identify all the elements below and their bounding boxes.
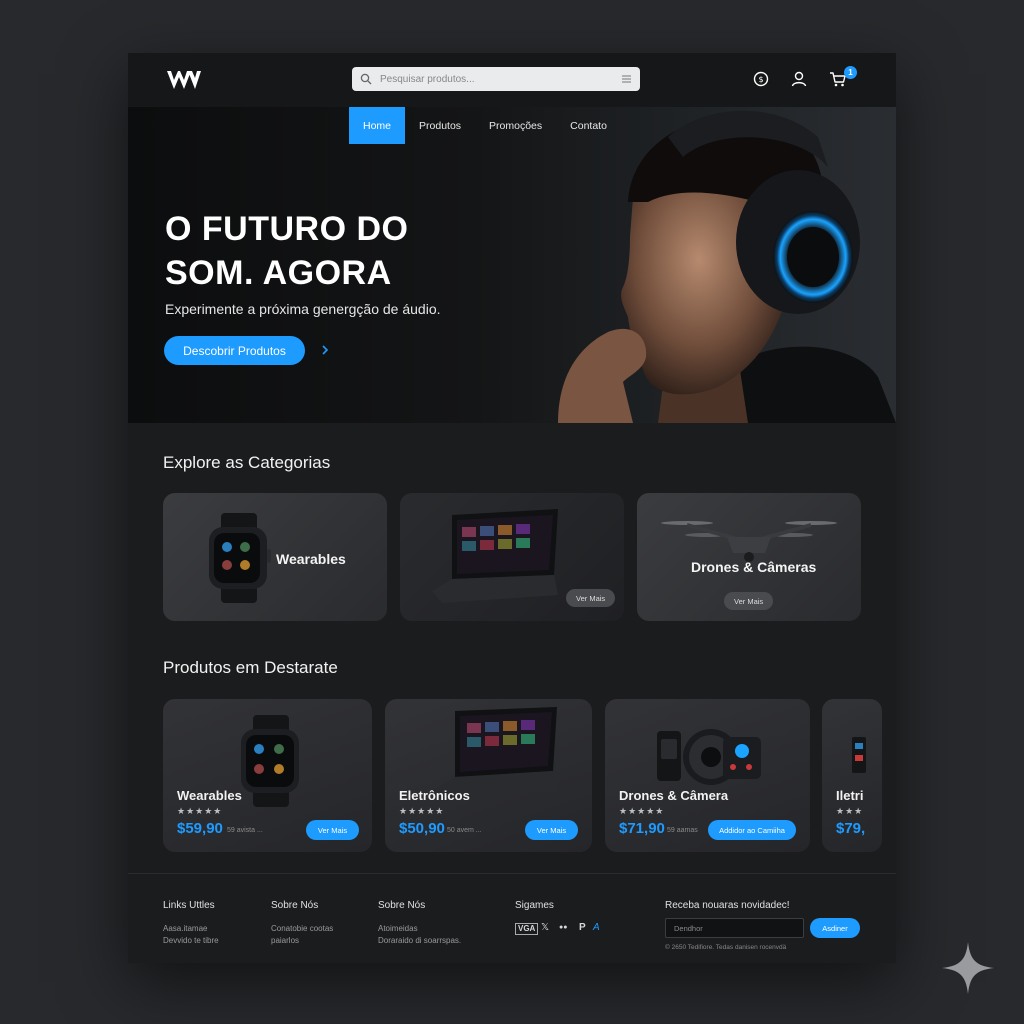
filter-icon[interactable] [621,74,632,84]
rating-stars: ★★★★★ [399,806,445,816]
camera-drone-kit-image [657,729,761,785]
rating-stars: ★★★ [836,806,864,816]
twitter-icon[interactable]: 𝕏 [541,922,549,933]
product-card[interactable]: Eletrônicos ★★★★★ $50,90 50 avem ... Ver… [385,699,592,852]
category-label: Wearables [276,551,346,567]
currency-icon[interactable]: $ [752,70,770,88]
drone-image [661,521,837,562]
product-name: Wearables [177,788,242,803]
cart-count-badge: 1 [844,66,857,79]
price-note: 50 avem ... [447,827,482,834]
top-bar: $ 1 [128,53,896,107]
product-image [852,737,866,773]
product-price: $71,90 [619,820,665,837]
footer-link[interactable]: Doraraido di soarrspas. [378,936,461,945]
category-card-drones[interactable]: Drones & Câmeras Ver Mais [637,493,861,621]
categories-heading: Explore as Categorias [163,453,331,472]
user-icon[interactable] [790,70,808,88]
rating-stars: ★★★★★ [619,806,665,816]
product-card[interactable]: Drones & Câmera ★★★★★ $71,90 59 aamas Ad… [605,699,810,852]
app-store-icon[interactable]: A [593,922,600,933]
see-more-button[interactable]: Ver Mais [525,820,578,840]
copyright-text: © 2650 Tedifiore. Tedas danisen rocenvdä [665,944,787,951]
price-note: 59 avista ... [227,827,263,834]
hero-subtitle: Experimente a próxima genergção de áudio… [165,301,441,317]
laptop-image [432,509,558,603]
see-more-button[interactable]: Ver Mais [724,592,774,610]
product-price: $59,90 [177,820,223,837]
product-name: Eletrônicos [399,788,470,803]
search-input[interactable] [380,73,613,85]
rating-stars: ★★★★★ [177,806,223,816]
hero-title-line1: O FUTURO DO [165,210,409,248]
search-bar [352,67,640,91]
footer-link[interactable]: Atoimeidas [378,924,418,933]
main-nav: Home Produtos Promoções Contato [349,107,621,144]
product-card[interactable]: Iletri ★★★ $79, [822,699,882,852]
nav-item-contato[interactable]: Contato [556,107,621,144]
nav-item-home[interactable]: Home [349,107,406,144]
footer: Links Uttles Aasa.itamae Devvido te tibr… [128,873,896,963]
nav-item-produtos[interactable]: Produtos [405,107,475,144]
footer-link[interactable]: Devvido te tibre [163,936,219,945]
subscribe-button[interactable]: Asdiner [810,918,860,938]
product-card[interactable]: Wearables ★★★★★ $59,90 59 avista ... Ver… [163,699,372,852]
see-more-button[interactable]: Ver Mais [306,820,359,840]
mastercard-icon[interactable]: ●● [559,924,567,931]
footer-col-heading: Sobre Nós [378,900,426,911]
hero-title-line2: SOM. AGORA [165,254,392,292]
brand-logo[interactable] [166,69,202,91]
footer-col-heading: Sigames [515,900,554,911]
category-card-electronics[interactable]: Ver Mais [400,493,624,621]
product-price: $79, [836,820,866,837]
footer-col-heading: Links Uttles [163,900,215,911]
nav-item-promocoes[interactable]: Promoções [475,107,556,144]
smartwatch-image [241,715,299,807]
product-name: Iletri [836,788,864,803]
price-note: 59 aamas [667,827,698,834]
hero-title: O FUTURO DO SOM. AGORA [165,207,465,295]
add-to-cart-button[interactable]: Addidor ao Camiiha [708,820,796,840]
payment-visa-icon[interactable]: VGA [515,923,539,935]
footer-link[interactable]: paiarlos [271,936,299,945]
sparkle-icon [942,942,994,994]
hero-headphones-image [558,110,896,423]
category-label: Drones & Câmeras [691,559,817,575]
search-icon[interactable] [360,73,372,85]
product-price: $50,90 [399,820,445,837]
featured-heading: Produtos em Destarate [163,658,338,677]
storefront-page: $ 1 [128,53,896,963]
footer-col-heading: Sobre Nós [271,900,319,911]
paypal-icon[interactable]: P [579,922,586,933]
category-card-wearables[interactable]: Wearables [163,493,387,621]
see-more-button[interactable]: Ver Mais [566,589,616,607]
discover-products-button[interactable]: Descobrir Produtos [164,336,305,365]
svg-text:$: $ [758,75,763,84]
footer-link[interactable]: Conatobie cootas [271,924,333,933]
chevron-right-icon[interactable] [318,342,332,358]
newsletter-email-input[interactable] [665,918,804,938]
hero-banner: Home Produtos Promoções Contato O FUTURO… [128,107,896,423]
newsletter-heading: Receba nouaras novidadec! [665,900,790,911]
smartwatch-image [209,513,271,603]
product-name: Drones & Câmera [619,788,729,803]
footer-link[interactable]: Aasa.itamae [163,924,207,933]
